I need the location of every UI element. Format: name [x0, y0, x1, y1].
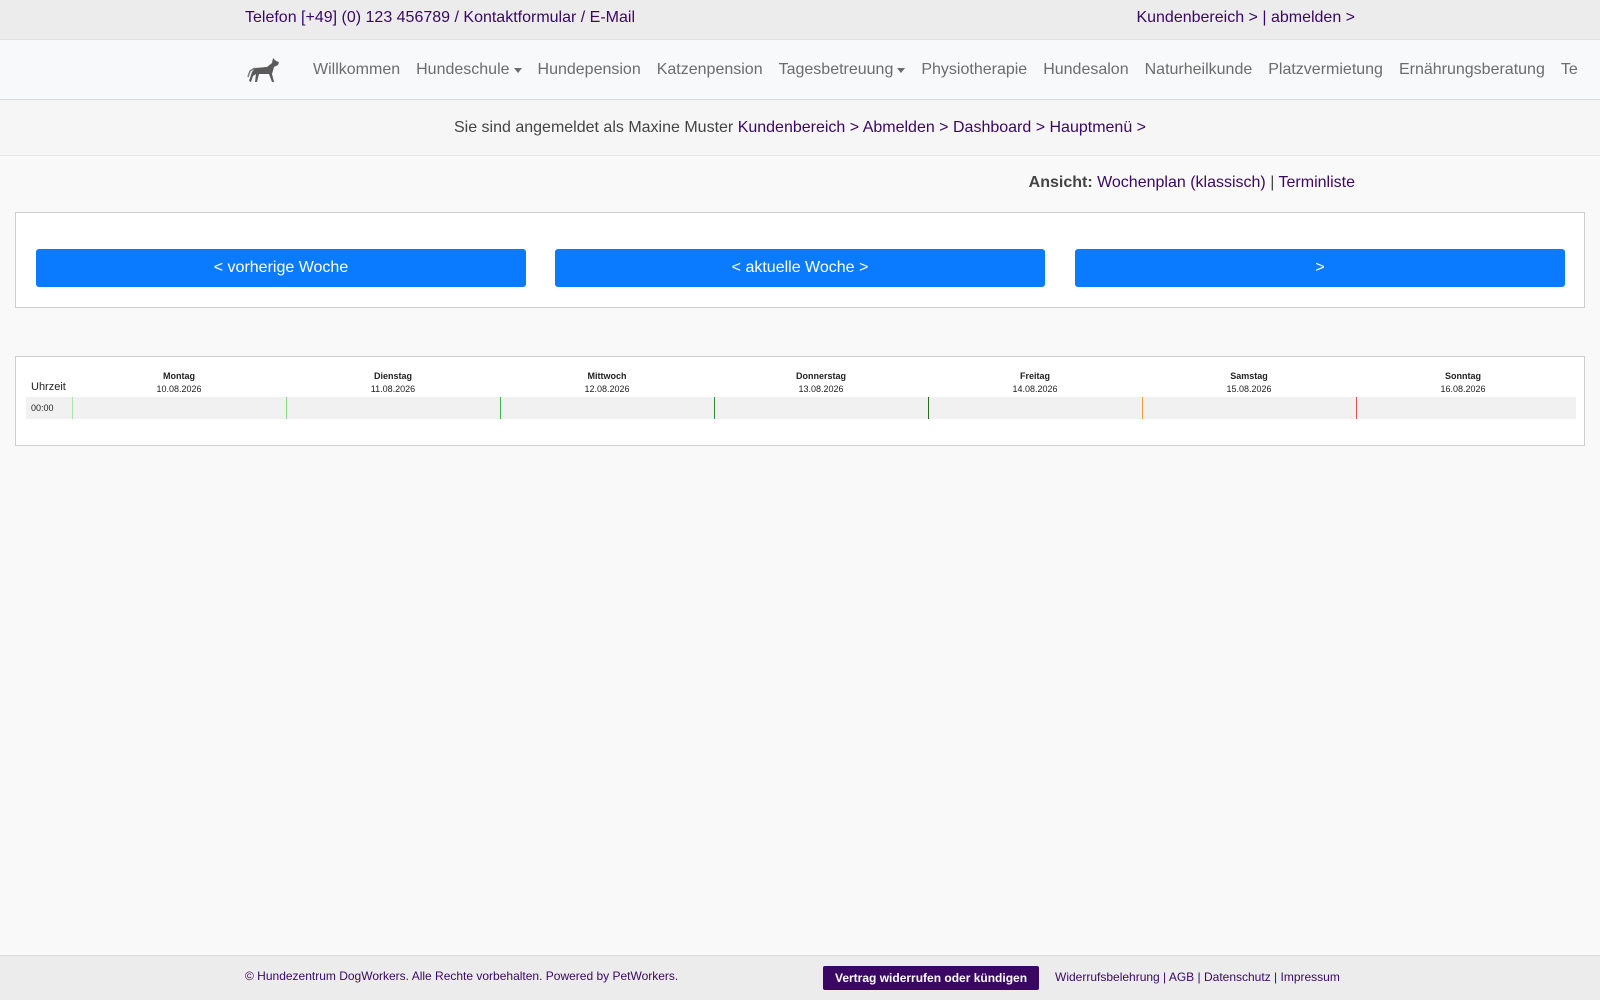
nav-item-label: Hundeschule — [416, 61, 510, 78]
footer-links: Widerrufsbelehrung | AGB | Datenschutz |… — [1055, 970, 1340, 984]
day-date: 14.08.2026 — [1012, 384, 1058, 394]
day-date: 15.08.2026 — [1226, 384, 1272, 394]
nav-item-tagesbetreuung[interactable]: Tagesbetreuung — [771, 61, 914, 79]
nav-item-hundepension[interactable]: Hundepension — [530, 61, 649, 79]
account-links: Kundenbereich > | abmelden > — [1136, 9, 1355, 27]
time-slot-label: 00:00 — [31, 403, 54, 413]
caret-down-icon — [897, 67, 906, 73]
day-header: Donnerstag 13.08.2026 — [714, 371, 928, 394]
nav-item-hundeschule[interactable]: Hundeschule — [408, 61, 529, 79]
calendar-day-cell[interactable] — [72, 397, 286, 419]
day-header: Sonntag 16.08.2026 — [1356, 371, 1570, 394]
nav-item-label: Tagesbetreuung — [778, 61, 894, 78]
nav-item-hundesalon[interactable]: Hundesalon — [1035, 61, 1136, 79]
nav-item-te[interactable]: Te — [1553, 61, 1586, 79]
logout-link[interactable]: abmelden > — [1271, 9, 1355, 26]
logout-link[interactable]: Abmelden > — [863, 119, 949, 136]
day-header: Dienstag 11.08.2026 — [286, 371, 500, 394]
page-footer: © Hundezentrum DogWorkers. Alle Rechte v… — [0, 955, 1600, 1000]
separator: / — [450, 9, 464, 26]
nav-item-label: Katzenpension — [656, 61, 763, 78]
nav-item-label: Hundesalon — [1043, 61, 1129, 78]
day-date: 16.08.2026 — [1440, 384, 1486, 394]
time-column-header: Uhrzeit — [31, 381, 66, 393]
calendar-day-cell[interactable] — [500, 397, 714, 419]
calendar-day-cell[interactable] — [1356, 397, 1570, 419]
dashboard-link[interactable]: Dashboard > — [953, 119, 1045, 136]
current-week-button[interactable]: < aktuelle Woche > — [555, 249, 1045, 287]
calendar-day-cell[interactable] — [1142, 397, 1356, 419]
day-date: 13.08.2026 — [798, 384, 844, 394]
privacy-link[interactable]: Datenschutz — [1204, 970, 1271, 984]
customer-area-link[interactable]: Kundenbereich > — [1136, 9, 1257, 26]
day-name: Sonntag — [1445, 371, 1481, 381]
contact-form-link[interactable]: Kontaktformular — [463, 9, 576, 26]
day-date: 11.08.2026 — [370, 384, 416, 394]
login-status-bar: Sie sind angemeldet als Maxine Muster Ku… — [0, 100, 1600, 156]
previous-week-button[interactable]: < vorherige Woche — [36, 249, 526, 287]
separator: | — [1257, 9, 1271, 26]
day-name: Mittwoch — [587, 371, 627, 381]
calendar-day-cell[interactable] — [714, 397, 928, 419]
week-navigation-panel: < vorherige Woche < aktuelle Woche > > — [15, 212, 1585, 308]
day-date: 12.08.2026 — [584, 384, 630, 394]
main-navbar: Willkommen Hundeschule Hundepension Katzenp… — [0, 40, 1600, 100]
weekplan-view-link[interactable]: Wochenplan (klassisch) — [1097, 174, 1266, 191]
login-status-text: Sie sind angemeldet als Maxine Muster — [453, 119, 738, 136]
next-week-button[interactable]: > — [1075, 249, 1565, 287]
day-date: 10.08.2026 — [156, 384, 202, 394]
nav-item-label: Platzvermietung — [1268, 61, 1383, 78]
imprint-link[interactable]: Impressum — [1280, 970, 1339, 984]
separator: | — [1270, 970, 1281, 984]
top-info-bar: Telefon [+49] (0) 123 456789 / Kontaktfo… — [0, 0, 1600, 40]
nav-item-ernährungsberatung[interactable]: Ernährungsberatung — [1391, 61, 1553, 79]
nav-item-label: Ernährungsberatung — [1398, 61, 1545, 78]
separator: / — [576, 9, 590, 26]
nav-item-label: Te — [1560, 61, 1578, 78]
day-header: Montag 10.08.2026 — [72, 371, 286, 394]
phone-link[interactable]: Telefon [+49] (0) 123 456789 — [245, 9, 450, 26]
day-name: Samstag — [1230, 371, 1268, 381]
view-label: Ansicht: — [1028, 174, 1093, 191]
cancel-contract-button[interactable]: Vertrag widerrufen oder kündigen — [823, 966, 1040, 990]
day-name: Donnerstag — [795, 371, 846, 381]
day-name: Freitag — [1019, 371, 1050, 381]
separator: | — [1194, 970, 1204, 984]
day-name: Montag — [163, 371, 195, 381]
appointment-list-link[interactable]: Terminliste — [1279, 174, 1355, 191]
calendar-day-cell[interactable] — [928, 397, 1142, 419]
nav-item-label: Physiotherapie — [921, 61, 1028, 78]
main-menu-link[interactable]: Hauptmenü > — [1050, 119, 1147, 136]
nav-item-willkommen[interactable]: Willkommen — [305, 61, 408, 79]
dog-logo-icon[interactable] — [245, 55, 283, 85]
day-header: Freitag 14.08.2026 — [928, 371, 1142, 394]
nav-item-label: Hundepension — [537, 61, 641, 78]
nav-item-physiotherapie[interactable]: Physiotherapie — [913, 61, 1035, 79]
calendar-time-row: 00:00 — [26, 397, 1576, 419]
week-calendar: Uhrzeit 00:00 Montag 10.08.2026 Dienstag 11… — [15, 356, 1585, 446]
nav-item-label: Willkommen — [313, 61, 401, 78]
contact-links: Telefon [+49] (0) 123 456789 / Kontaktfo… — [245, 9, 635, 27]
email-link[interactable]: E-Mail — [590, 9, 635, 26]
nav-item-naturheilkunde[interactable]: Naturheilkunde — [1137, 61, 1261, 79]
nav-menu: Willkommen Hundeschule Hundepension Katzenp… — [305, 40, 1586, 99]
nav-item-label: Naturheilkunde — [1144, 61, 1253, 78]
caret-down-icon — [513, 67, 522, 73]
day-header: Mittwoch 12.08.2026 — [500, 371, 714, 394]
separator: | — [1265, 174, 1279, 191]
nav-item-platzvermietung[interactable]: Platzvermietung — [1260, 61, 1391, 79]
day-header: Samstag 15.08.2026 — [1142, 371, 1356, 394]
separator: | — [1159, 970, 1169, 984]
day-name: Dienstag — [373, 371, 412, 381]
terms-link[interactable]: AGB — [1169, 970, 1194, 984]
customer-area-link[interactable]: Kundenbereich > — [738, 119, 859, 136]
withdrawal-policy-link[interactable]: Widerrufsbelehrung — [1055, 970, 1160, 984]
nav-item-katzenpension[interactable]: Katzenpension — [649, 61, 771, 79]
calendar-day-cell[interactable] — [286, 397, 500, 419]
copyright-text: © Hundezentrum DogWorkers. Alle Rechte v… — [245, 969, 679, 983]
view-switch: Ansicht: Wochenplan (klassisch) | Termin… — [1029, 174, 1355, 192]
